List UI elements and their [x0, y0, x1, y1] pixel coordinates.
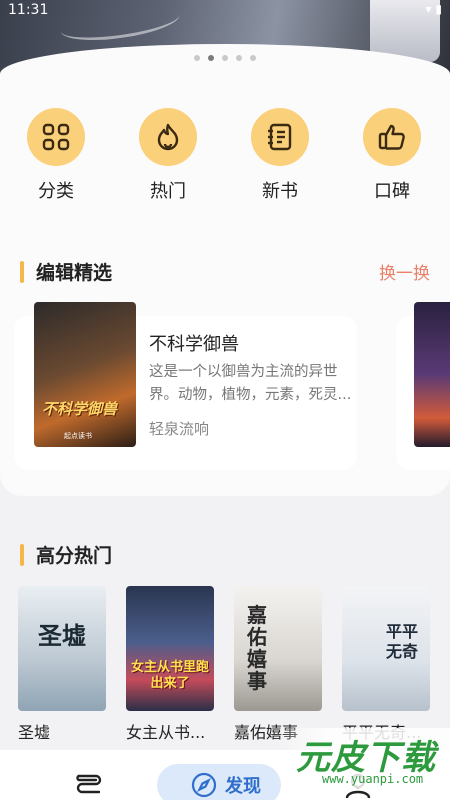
quick-entry-label: 分类	[38, 181, 74, 202]
bookshelf-tab[interactable]	[74, 772, 104, 800]
quick-entry-label: 口碑	[374, 181, 410, 202]
book-cover: 圣墟	[18, 586, 106, 711]
editor-picks-header: 编辑精选 换一换	[20, 258, 430, 285]
grid-icon	[27, 108, 85, 166]
book-description: 这是一个以御兽为主流的异世界。动物，植物，元素，死灵...	[149, 364, 352, 403]
quick-entry-label: 新书	[262, 181, 298, 202]
hot-book-item[interactable]: 女主从书里跑出来了 女主从书...	[126, 586, 214, 759]
section-accent-bar	[20, 260, 24, 283]
quick-entry-praise[interactable]: 口碑	[336, 108, 448, 203]
swap-button[interactable]: 换一换	[379, 259, 430, 284]
cover-title: 不科学御兽	[42, 400, 118, 418]
quick-entry-label: 热门	[150, 181, 186, 202]
cover-title: 圣墟	[38, 621, 86, 650]
hot-book-item[interactable]: 圣墟 圣墟 辰东	[18, 586, 106, 759]
book-title[interactable]: 不科学御兽	[149, 330, 239, 356]
page-dot	[194, 55, 200, 61]
watermark-url: www.yuanpi.com	[322, 772, 424, 786]
status-time: 11:31	[8, 2, 49, 18]
book-cover[interactable]: 不科学御兽 起点读书	[34, 302, 136, 447]
quick-entry-new[interactable]: 新书	[224, 108, 336, 203]
flame-icon	[139, 108, 197, 166]
thumbs-up-icon	[363, 108, 421, 166]
page-dot-active	[208, 55, 214, 61]
book-cover-next[interactable]	[414, 302, 450, 447]
section-accent-bar	[20, 543, 24, 566]
page-dot	[250, 55, 256, 61]
section-title: 编辑精选	[36, 262, 113, 284]
banner-artwork	[58, 0, 182, 47]
quick-entry-category[interactable]: 分类	[0, 108, 112, 203]
bookshelf-icon	[76, 774, 102, 794]
discover-label: 发现	[225, 776, 261, 797]
page-dot	[222, 55, 228, 61]
status-icons: ▾ ▮	[425, 2, 442, 16]
compass-icon	[191, 772, 217, 798]
cover-title: 女主从书里跑出来了	[130, 660, 209, 691]
cover-publisher: 起点读书	[64, 432, 92, 440]
book-title: 圣墟	[18, 723, 51, 742]
quick-entries: 分类 热门 新书 口碑	[0, 108, 450, 203]
section-title: 高分热门	[36, 545, 113, 567]
book-cover: 嘉佑嬉事	[234, 586, 322, 711]
book-cover: 女主从书里跑出来了	[126, 586, 214, 711]
cover-title: 平平无奇	[385, 622, 418, 661]
banner-pagination	[0, 55, 450, 61]
cover-title: 嘉佑嬉事	[247, 603, 267, 693]
book-cover: 平平无奇	[342, 586, 430, 711]
book-title: 女主从书...	[126, 723, 206, 742]
notebook-icon	[251, 108, 309, 166]
quick-entry-hot[interactable]: 热门	[112, 108, 224, 203]
book-author: 轻泉流响	[149, 420, 210, 438]
discover-tab[interactable]: 发现	[157, 764, 281, 800]
watermark: 元皮下载 www.yuanpi.com	[276, 728, 450, 788]
page-dot	[236, 55, 242, 61]
hot-header: 高分热门	[20, 541, 430, 568]
